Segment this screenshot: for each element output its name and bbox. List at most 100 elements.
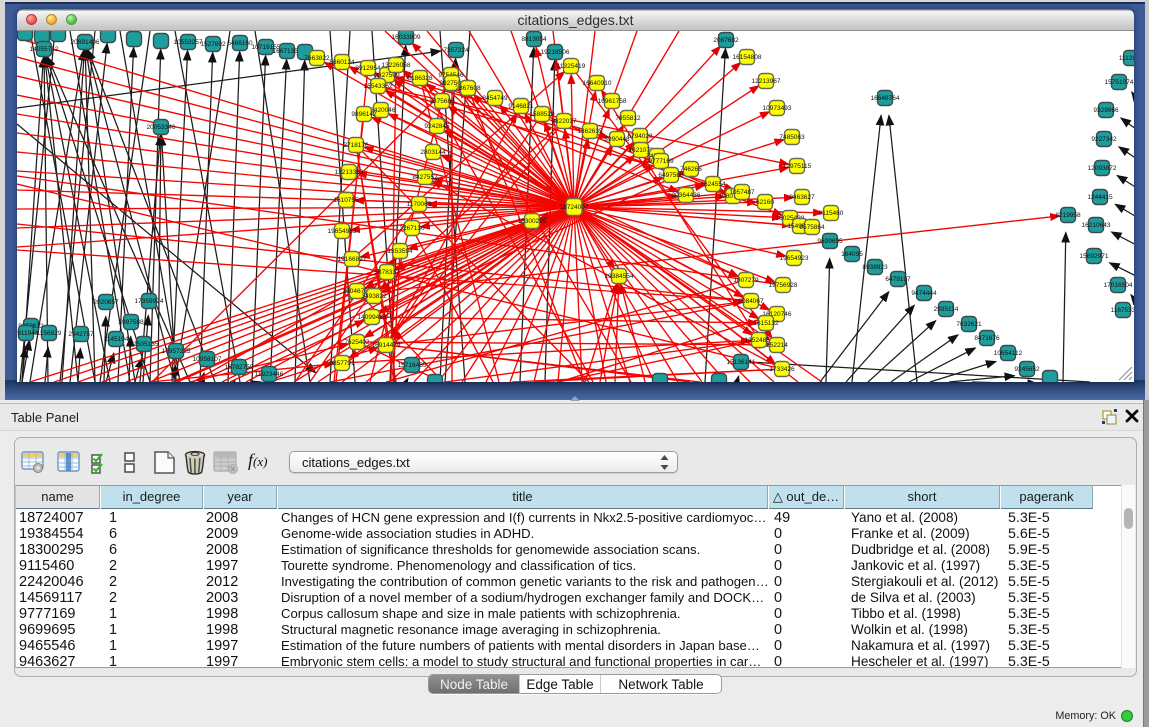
svg-text:746266: 746266 — [680, 166, 702, 173]
svg-text:6479197: 6479197 — [885, 276, 911, 283]
svg-text:1615132: 1615132 — [753, 320, 779, 327]
svg-text:7625402: 7625402 — [344, 339, 370, 346]
svg-text:9084067: 9084067 — [738, 298, 764, 305]
svg-text:11923446: 11923446 — [255, 371, 284, 378]
svg-text:19384554: 19384554 — [605, 273, 634, 280]
svg-text:2718176: 2718176 — [343, 142, 369, 149]
svg-text:10958107: 10958107 — [193, 356, 222, 363]
svg-text:20691406: 20691406 — [71, 39, 100, 46]
svg-text:18724007: 18724007 — [560, 204, 589, 211]
svg-text:8990448: 8990448 — [604, 136, 630, 143]
svg-text:1057487: 1057487 — [729, 189, 755, 196]
svg-text:16914479: 16914479 — [372, 342, 401, 349]
svg-text:16543362: 16543362 — [364, 83, 393, 90]
svg-text:9227342: 9227342 — [1091, 136, 1117, 143]
svg-text:14055712: 14055712 — [30, 46, 59, 53]
svg-text:19654983: 19654983 — [328, 228, 357, 235]
svg-text:8186328: 8186328 — [407, 75, 433, 82]
svg-text:1527602: 1527602 — [200, 41, 226, 48]
svg-text:1170063: 1170063 — [407, 201, 432, 208]
svg-text:12213967: 12213967 — [752, 78, 781, 85]
svg-text:9857791: 9857791 — [329, 360, 355, 367]
svg-text:7357224: 7357224 — [443, 47, 469, 54]
svg-text:9115460: 9115460 — [819, 210, 844, 217]
svg-text:2942757: 2942757 — [68, 331, 94, 338]
svg-text:15692971: 15692971 — [1080, 253, 1109, 260]
svg-text:2867608: 2867608 — [455, 85, 481, 92]
svg-text:7485063: 7485063 — [779, 134, 805, 141]
svg-text:17957225: 17957225 — [162, 348, 191, 355]
svg-text:6466160: 6466160 — [227, 40, 253, 47]
svg-text:8219958: 8219958 — [1055, 212, 1081, 219]
svg-text:8813054: 8813054 — [521, 36, 547, 43]
svg-text:1145194: 1145194 — [104, 336, 129, 343]
svg-text:9699695: 9699695 — [817, 238, 843, 245]
svg-text:9329966: 9329966 — [1093, 107, 1119, 114]
svg-text:15716485: 15716485 — [398, 362, 427, 369]
svg-text:20364436: 20364436 — [672, 192, 701, 199]
svg-text:8938923: 8938923 — [862, 264, 888, 271]
svg-text:1733426: 1733426 — [769, 366, 795, 373]
svg-text:15136141: 15136141 — [727, 359, 756, 366]
svg-text:3997588: 3997588 — [118, 319, 144, 326]
svg-text:12093872: 12093872 — [1088, 165, 1117, 172]
svg-text:16782759: 16782759 — [225, 364, 254, 371]
svg-text:1807279: 1807279 — [733, 277, 759, 284]
svg-text:6497568: 6497568 — [658, 172, 684, 179]
svg-text:16033809: 16033809 — [392, 34, 421, 41]
svg-text:9146821: 9146821 — [508, 103, 534, 110]
svg-text:10973493: 10973493 — [763, 105, 792, 112]
svg-text:7632621: 7632621 — [956, 321, 982, 328]
svg-text:3911943: 3911943 — [17, 330, 39, 337]
svg-text:3624554: 3624554 — [700, 181, 726, 188]
svg-text:19654923: 19654923 — [780, 255, 809, 262]
svg-text:3875685: 3875685 — [429, 98, 455, 105]
svg-text:17359924: 17359924 — [135, 298, 164, 305]
svg-text:16154808: 16154808 — [733, 54, 762, 61]
svg-text:1588520: 1588520 — [529, 111, 555, 118]
svg-text:20053346: 20053346 — [147, 124, 176, 131]
svg-text:252214: 252214 — [766, 342, 788, 349]
svg-text:8322037: 8322037 — [551, 118, 577, 125]
svg-text:19756928: 19756928 — [769, 282, 798, 289]
svg-text:12975115: 12975115 — [783, 163, 812, 170]
svg-text:18300295: 18300295 — [518, 218, 547, 225]
svg-text:164095: 164095 — [841, 251, 863, 258]
svg-text:1112843: 1112843 — [1119, 55, 1134, 62]
svg-text:9777169: 9777169 — [648, 158, 674, 165]
svg-text:15751074: 15751074 — [1105, 79, 1134, 86]
svg-text:1167533: 1167533 — [1111, 307, 1134, 314]
svg-text:2020657: 2020657 — [93, 299, 119, 306]
svg-text:3267130: 3267130 — [399, 225, 425, 232]
svg-text:13226058: 13226058 — [382, 62, 411, 69]
svg-text:16961758: 16961758 — [598, 98, 627, 105]
svg-text:10553257: 10553257 — [174, 39, 203, 46]
svg-text:9474444: 9474444 — [911, 290, 937, 297]
svg-text:11325419: 11325419 — [557, 63, 586, 70]
svg-text:1156829: 1156829 — [37, 330, 62, 337]
svg-text:1610755: 1610755 — [333, 197, 359, 204]
svg-text:19218506: 19218506 — [541, 49, 570, 56]
svg-text:16210643: 16210643 — [1082, 222, 1111, 229]
svg-text:1353594: 1353594 — [387, 248, 413, 255]
svg-text:9575864: 9575864 — [799, 224, 825, 231]
svg-text:7663822: 7663822 — [304, 55, 330, 62]
svg-text:9896142: 9896142 — [351, 111, 377, 118]
svg-text:16648764: 16648764 — [871, 95, 900, 102]
svg-text:62160: 62160 — [756, 199, 774, 206]
svg-text:8454749: 8454749 — [482, 95, 508, 102]
svg-text:5878332: 5878332 — [374, 269, 400, 276]
svg-text:12213383: 12213383 — [335, 169, 364, 176]
svg-text:3493822: 3493822 — [361, 293, 387, 300]
svg-text:6794028: 6794028 — [627, 133, 653, 140]
svg-text:16640910: 16640910 — [583, 80, 612, 87]
svg-text:19166827: 19166827 — [338, 256, 367, 263]
svg-text:14099483: 14099483 — [358, 314, 387, 321]
svg-text:8471676: 8471676 — [974, 335, 1000, 342]
svg-text:9245652: 9245652 — [1014, 366, 1040, 373]
svg-text:9463627: 9463627 — [789, 194, 815, 201]
svg-text:2087682: 2087682 — [713, 37, 739, 44]
svg-text:8912954: 8912954 — [355, 65, 381, 72]
svg-text:2935114: 2935114 — [934, 306, 959, 313]
svg-text:12505135: 12505135 — [130, 341, 159, 348]
